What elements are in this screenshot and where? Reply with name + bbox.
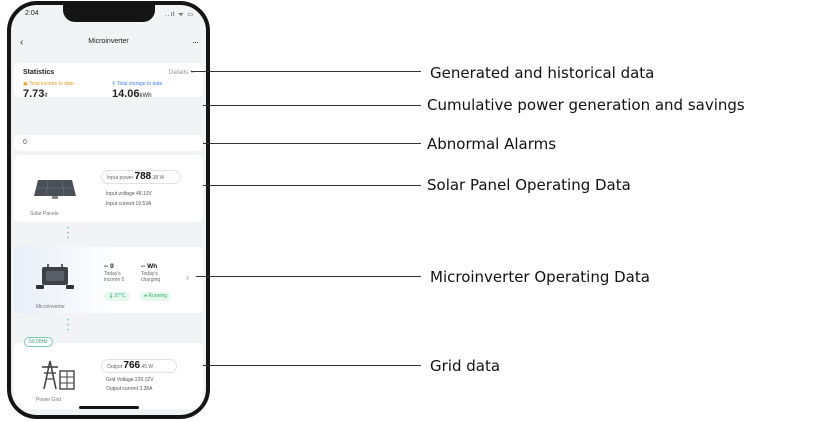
callout-line: [203, 105, 421, 106]
annotation-alarms: Abnormal Alarms: [427, 135, 557, 153]
grid-card[interactable]: 50.00Hz Power Grid Output 766.45 W Grid …: [14, 337, 203, 409]
callout-line: [203, 185, 421, 186]
microinverter-card[interactable]: Microinverter -- 0 Today's income 0 -- W…: [14, 247, 203, 313]
callout-line: [191, 71, 421, 72]
microinverter-icon: [36, 264, 74, 289]
running-status-badge: ● Running: [140, 292, 172, 301]
grid-voltage: Grid Voltage 226.12V: [106, 377, 154, 383]
annotation-cumulative: Cumulative power generation and savings: [427, 96, 745, 114]
power-grid-label: Power Grid: [36, 397, 62, 403]
flow-connector: • • •: [67, 226, 70, 242]
temperature-badge: 🌡︎37°C: [104, 292, 130, 301]
flow-connector: • • •: [67, 318, 70, 334]
microinverter-label: Microinverter: [36, 304, 65, 310]
status-bar: 2:04 ..ıl ᯤ ▭: [25, 10, 194, 20]
annotation-microinverter: Microinverter Operating Data: [430, 268, 650, 286]
input-power-pill: Input power 788.38 W: [101, 170, 181, 184]
statistics-title: Statistics: [23, 69, 55, 76]
annotation-solar: Solar Panel Operating Data: [427, 176, 631, 194]
income-value: 7.73¢: [23, 88, 48, 100]
output-current: Output current 3.38A: [106, 386, 153, 392]
solar-panel-icon: [34, 179, 76, 199]
callout-line: [203, 365, 421, 366]
today-income: -- 0 Today's income 0: [104, 263, 125, 283]
statistics-card: Statistics Details > ▣ Total income to d…: [14, 63, 203, 100]
callout-line: [196, 276, 421, 277]
solar-panel-card[interactable]: Solar Panels Input power 788.38 W Input …: [14, 155, 203, 222]
more-icon[interactable]: ···: [192, 36, 199, 48]
alarm-card[interactable]: 0: [14, 135, 203, 151]
storage-value: 14.06kWh: [112, 88, 152, 100]
storage-label: ⚲ Total storage to date: [112, 81, 163, 87]
income-label: ▣ Total income to date: [23, 81, 74, 87]
input-current: Input current 19.53A: [106, 201, 152, 207]
callout-line: [203, 143, 421, 144]
input-voltage: Input voltage 48.13V: [106, 191, 152, 197]
status-icons: ..ıl ᯤ ▭: [165, 12, 194, 18]
status-time: 2:04: [25, 10, 39, 17]
page-title: Microinverter: [88, 38, 129, 45]
today-charging: -- Wh Today's charging: [141, 263, 161, 283]
home-indicator: [78, 406, 139, 409]
power-grid-icon: [42, 360, 75, 390]
output-power-pill: Output 766.45 W: [101, 359, 177, 373]
annotation-grid: Grid data: [430, 357, 501, 375]
alarm-count: 0: [23, 139, 27, 146]
grid-frequency-tag: 50.00Hz: [24, 337, 53, 347]
solar-panels-label: Solar Panels: [30, 211, 59, 217]
phone-mockup: 2:04 ..ıl ᯤ ▭ ‹ Microinverter ··· Statis…: [7, 1, 210, 419]
annotation-generated-data: Generated and historical data: [430, 64, 655, 82]
nav-bar: ‹ Microinverter ···: [11, 36, 206, 52]
chevron-right-icon[interactable]: ›: [186, 273, 189, 282]
